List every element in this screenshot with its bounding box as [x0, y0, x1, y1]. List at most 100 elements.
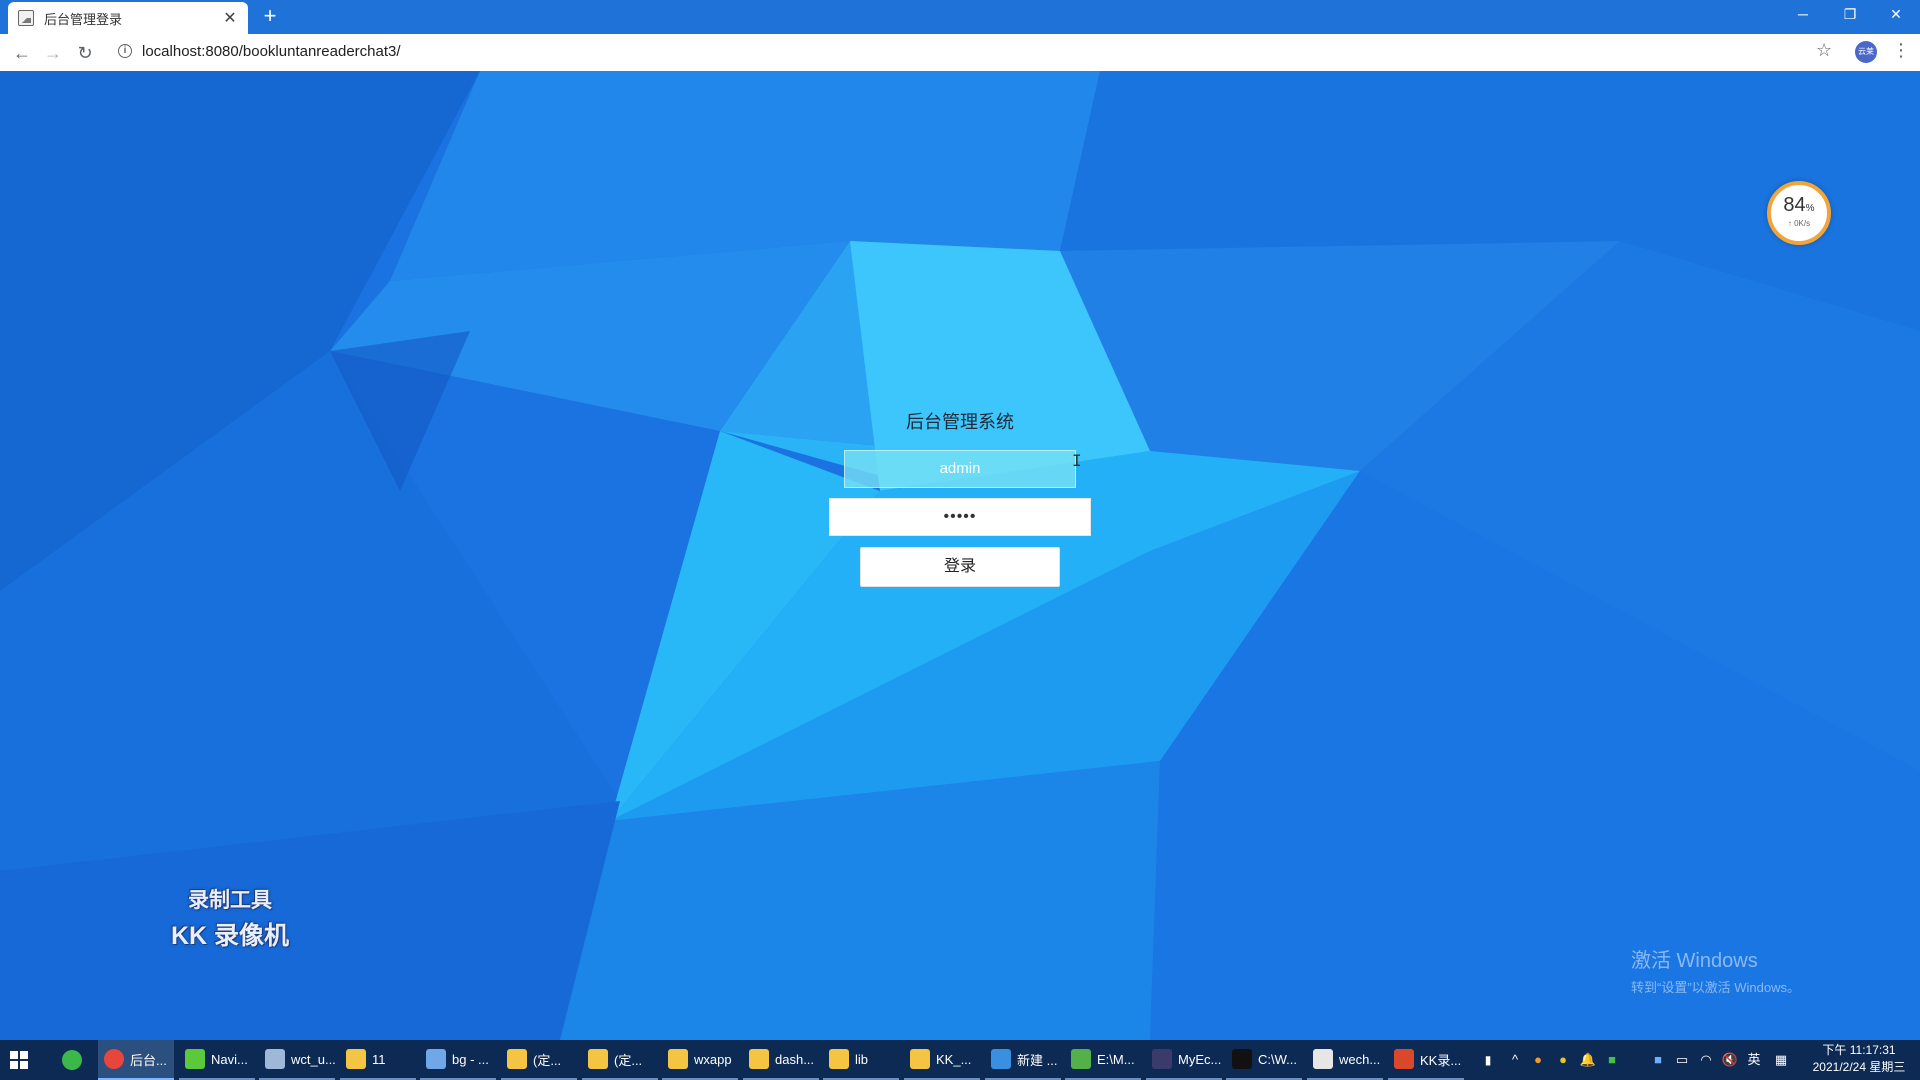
login-button[interactable]: 登录	[860, 547, 1060, 587]
bookmark-star-icon[interactable]: ☆	[1816, 40, 1832, 61]
folder-icon	[588, 1049, 608, 1069]
taskbar-item[interactable]: bg - ...	[420, 1040, 496, 1080]
taskbar-item[interactable]: lib	[823, 1040, 899, 1080]
new-tab-button[interactable]: +	[258, 4, 282, 28]
watermark-line-1: 录制工具	[188, 889, 272, 912]
window-restore-button[interactable]: ❐	[1827, 0, 1873, 28]
taskbar-item[interactable]: KK_...	[904, 1040, 980, 1080]
profile-avatar[interactable]: 云莱	[1855, 41, 1877, 63]
clock-time: 下午 11:17:31	[1822, 1043, 1896, 1057]
taskbar-item[interactable]: dash...	[743, 1040, 819, 1080]
browser-tab-strip: 后台管理登录 ✕ + ─ ❐ ✕	[0, 0, 1920, 34]
folder-icon	[910, 1049, 930, 1069]
tray-ime-indicator[interactable]: 英	[1744, 1040, 1764, 1080]
taskbar-item-label: MyEc...	[1178, 1051, 1222, 1067]
taskbar-item-label: C:\W...	[1258, 1051, 1297, 1067]
tray-security-icon[interactable]: ■	[1648, 1040, 1668, 1080]
folder-icon	[668, 1049, 688, 1069]
taskbar-item[interactable]: KK录...	[1388, 1040, 1464, 1080]
kk-recorder-icon	[1394, 1049, 1414, 1069]
browser-toolbar: ← → ↻ i localhost:8080/bookluntanreaderc…	[0, 34, 1920, 72]
taskbar-pinned-browser[interactable]	[56, 1040, 86, 1080]
taskbar-item[interactable]: E:\M...	[1065, 1040, 1141, 1080]
tab-close-icon[interactable]: ✕	[222, 8, 238, 28]
tray-bell-icon[interactable]: 🔔	[1578, 1040, 1598, 1080]
activate-windows-notice: 激活 Windows 转到“设置”以激活 Windows。	[1631, 944, 1800, 996]
speed-widget-rate: ↑ 0K/s	[1787, 219, 1811, 228]
username-input[interactable]: admin	[844, 450, 1076, 488]
taskbar-item[interactable]: 11	[340, 1040, 416, 1080]
clock-date: 2021/2/24 星期三	[1812, 1060, 1906, 1074]
login-title: 后台管理系统	[906, 412, 1014, 432]
tray-show-hidden-icon[interactable]: ^	[1505, 1040, 1525, 1080]
page-favicon-icon	[18, 10, 34, 26]
tray-app3-icon[interactable]: ■	[1602, 1040, 1622, 1080]
taskbar-item[interactable]: C:\W...	[1226, 1040, 1302, 1080]
eclipse-icon	[1152, 1049, 1172, 1069]
taskbar-item[interactable]: Navi...	[179, 1040, 255, 1080]
taskbar-item-label: KK_...	[936, 1051, 972, 1067]
network-speed-widget[interactable]: 84% ↑ 0K/s	[1767, 181, 1831, 245]
tray-app-icon[interactable]: ●	[1528, 1040, 1548, 1080]
folder-icon	[346, 1049, 366, 1069]
file-icon	[426, 1049, 446, 1069]
window-minimize-button[interactable]: ─	[1780, 0, 1826, 28]
taskbar-item-label: lib	[855, 1051, 869, 1067]
vscode-icon	[991, 1049, 1011, 1069]
activate-windows-title: 激活 Windows	[1631, 950, 1758, 972]
windows-taskbar: 后台... Navi... wct_u... 11 bg - ... (定... (定...…	[0, 1040, 1920, 1080]
recorder-watermark: 录制工具 KK 录像机	[160, 884, 300, 952]
taskbar-item[interactable]: wct_u...	[259, 1040, 335, 1080]
address-bar-url[interactable]: localhost:8080/bookluntanreaderchat3/	[142, 43, 401, 60]
taskbar-item[interactable]: (定...	[501, 1040, 577, 1080]
text-cursor-icon: I	[1072, 451, 1082, 470]
folder-icon	[749, 1049, 769, 1069]
password-input[interactable]: •••••	[829, 498, 1091, 536]
window-icon	[265, 1049, 285, 1069]
chrome-icon	[104, 1049, 124, 1069]
windows-start-icon[interactable]	[10, 1051, 28, 1069]
taskbar-item-label: Navi...	[211, 1051, 248, 1067]
taskbar-item-label: (定...	[533, 1052, 562, 1068]
activate-windows-hint: 转到“设置”以激活 Windows。	[1631, 980, 1801, 995]
taskbar-clock[interactable]: 下午 11:17:31 2021/2/24 星期三	[1800, 1042, 1918, 1076]
login-page: 后台管理系统 admin ••••• 登录 I 84% ↑ 0K/s 录制工具 …	[0, 71, 1920, 1040]
taskbar-item-label: 后台...	[130, 1052, 167, 1068]
browser-menu-icon[interactable]: ⋮	[1892, 40, 1910, 61]
taskbar-item-label: dash...	[775, 1051, 815, 1067]
speed-widget-percent: 84%	[1783, 194, 1815, 216]
navicat-icon	[185, 1049, 205, 1069]
browser-360-icon	[62, 1050, 82, 1070]
reload-icon[interactable]: ↻	[72, 40, 98, 66]
folder-icon	[507, 1049, 527, 1069]
taskbar-item[interactable]: wxapp	[662, 1040, 738, 1080]
taskbar-item[interactable]: wech...	[1307, 1040, 1383, 1080]
tray-volume-muted-icon[interactable]: 🔇	[1720, 1040, 1740, 1080]
tray-app2-icon[interactable]: ●	[1553, 1040, 1573, 1080]
taskbar-item-label: 11	[372, 1051, 386, 1067]
taskbar-item-label: 新建 ...	[1017, 1052, 1058, 1068]
taskbar-item[interactable]: MyEc...	[1146, 1040, 1222, 1080]
taskbar-item-label: E:\M...	[1097, 1051, 1135, 1067]
browser-tab-active[interactable]: 后台管理登录 ✕	[8, 2, 248, 34]
taskbar-item-label: KK录...	[1420, 1052, 1462, 1068]
window-close-button[interactable]: ✕	[1873, 0, 1919, 28]
tray-display-icon[interactable]: ▭	[1672, 1040, 1692, 1080]
taskbar-item[interactable]: 后台...	[98, 1040, 174, 1080]
tray-wifi-icon[interactable]: ◠	[1696, 1040, 1716, 1080]
tab-title: 后台管理登录	[44, 11, 123, 27]
tray-calendar-icon[interactable]: ▦	[1771, 1040, 1791, 1080]
taskbar-item-label: (定...	[614, 1052, 643, 1068]
taskbar-item-label: wct_u...	[291, 1051, 335, 1067]
terminal-icon	[1232, 1049, 1252, 1069]
forward-arrow-icon[interactable]: →	[40, 40, 66, 66]
notepad-icon	[1071, 1049, 1091, 1069]
taskbar-item[interactable]: 新建 ...	[985, 1040, 1061, 1080]
tray-battery-icon[interactable]: ▮	[1478, 1040, 1498, 1080]
watermark-line-2: KK 录像机	[170, 922, 290, 950]
back-arrow-icon[interactable]: ←	[9, 40, 35, 66]
wechat-devtools-icon	[1313, 1049, 1333, 1069]
site-info-icon[interactable]: i	[118, 44, 132, 58]
taskbar-item[interactable]: (定...	[582, 1040, 658, 1080]
taskbar-item-label: wxapp	[694, 1051, 732, 1067]
